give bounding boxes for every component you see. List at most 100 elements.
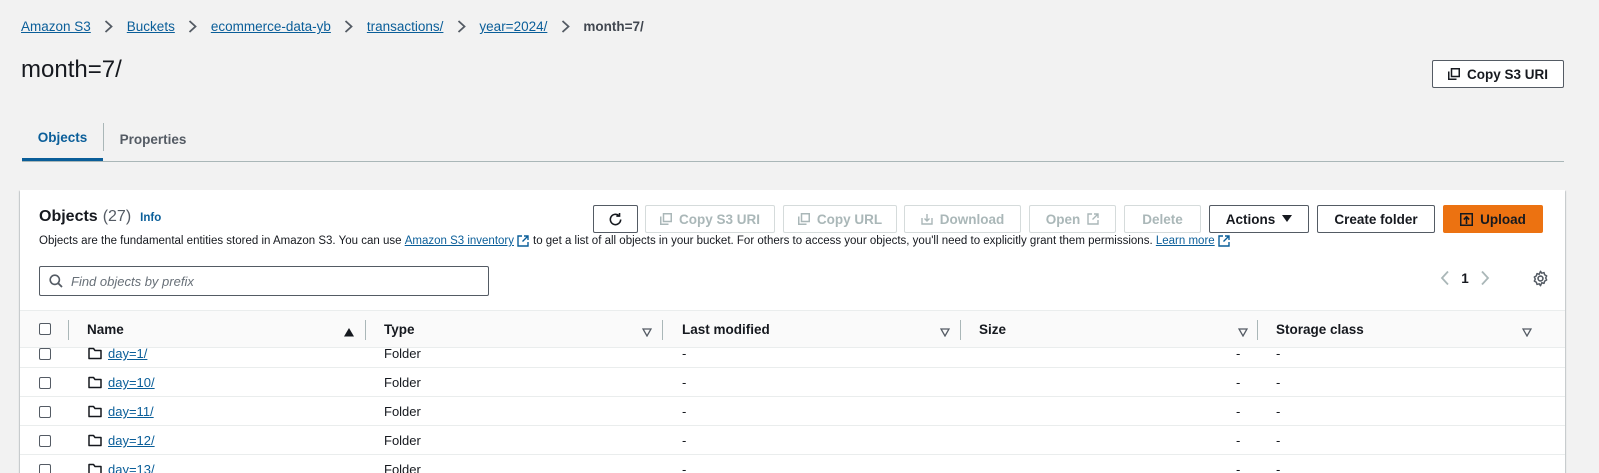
upload-icon [1460,212,1474,226]
page-title: month=7/ [21,56,122,83]
object-last-modified: - [682,375,687,390]
folder-icon [88,339,102,368]
download-icon [921,213,933,225]
objects-header: Objects (27) Info [39,208,161,226]
breadcrumb-transactions[interactable]: transactions/ [367,19,444,34]
breadcrumb-current: month=7/ [583,19,644,34]
upload-label: Upload [1480,211,1526,227]
table-row: day=10/ Folder - - - [20,368,1565,397]
s3-inventory-link[interactable]: Amazon S3 inventory [405,235,514,247]
angle-right-icon[interactable] [1480,270,1490,286]
actions-dropdown[interactable]: Actions [1209,205,1309,233]
chevron-right-icon [102,20,116,34]
object-last-modified: - [682,346,687,361]
breadcrumb-year[interactable]: year=2024/ [479,19,547,34]
row-checkbox[interactable] [39,368,51,397]
info-link[interactable]: Info [140,212,161,224]
breadcrumb-buckets[interactable]: Buckets [127,19,175,34]
actions-label: Actions [1225,211,1276,227]
create-folder-button[interactable]: Create folder [1317,205,1435,233]
copy-s3-uri-toolbar-button[interactable]: Copy S3 URI [645,205,775,233]
row-checkbox[interactable] [39,426,51,455]
tab-bar: Objects Properties [22,117,1564,162]
object-name-link[interactable]: day=1/ [108,346,147,361]
copy-icon [797,213,810,225]
external-link-icon [517,235,529,247]
search-input[interactable] [71,273,471,289]
object-name-link[interactable]: day=10/ [108,375,155,390]
open-button[interactable]: Open [1029,205,1116,233]
column-divider [365,320,366,340]
row-checkbox[interactable] [39,455,51,473]
table-row: day=12/ Folder - - - [20,426,1565,455]
object-last-modified: - [682,433,687,448]
object-name-link[interactable]: day=12/ [108,433,155,448]
object-type: Folder [384,346,421,361]
create-folder-label: Create folder [1334,211,1418,227]
object-last-modified: - [682,404,687,419]
row-checkbox[interactable] [39,397,51,426]
copy-s3-uri-label: Copy S3 URI [1466,66,1548,82]
column-divider [662,320,663,340]
object-storage-class: - [1276,346,1281,361]
column-divider [68,320,69,340]
download-label: Download [939,211,1005,227]
tab-properties[interactable]: Properties [103,117,203,162]
settings-gear-icon[interactable] [1532,270,1549,292]
upload-button[interactable]: Upload [1443,205,1543,233]
object-storage-class: - [1276,462,1281,473]
open-label: Open [1045,211,1081,227]
desc-text-1: Objects are the fundamental entities sto… [39,235,402,247]
refresh-button[interactable] [593,205,638,233]
breadcrumb-bucket[interactable]: ecommerce-data-yb [211,19,331,34]
object-size: - [1236,404,1241,419]
object-type: Folder [384,404,421,419]
object-storage-class: - [1276,433,1281,448]
page-number[interactable]: 1 [1450,271,1480,286]
objects-description: Objects are the fundamental entities sto… [39,235,1234,247]
chevron-right-icon [558,20,572,34]
objects-count: (27) [102,208,132,225]
folder-icon [88,426,102,455]
object-size: - [1236,375,1241,390]
object-name-link[interactable]: day=13/ [108,462,155,473]
copy-s3-uri-button[interactable]: Copy S3 URI [1432,60,1564,88]
object-name-link[interactable]: day=11/ [108,404,154,419]
copy-url-button[interactable]: Copy URL [783,205,897,233]
caret-down-icon [1282,215,1293,223]
folder-icon [88,368,102,397]
object-size: - [1236,462,1241,473]
learn-more-link[interactable]: Learn more [1156,235,1215,247]
breadcrumb: Amazon S3 Buckets ecommerce-data-yb tran… [21,19,644,34]
chevron-right-icon [454,20,468,34]
external-link-icon [1217,235,1230,247]
folder-icon [88,397,102,426]
object-type: Folder [384,375,421,390]
row-checkbox[interactable] [39,339,51,368]
find-objects-search[interactable] [39,266,489,296]
column-divider [1257,320,1258,340]
external-link-icon [1087,213,1099,225]
delete-label: Delete [1142,211,1183,227]
object-size: - [1236,433,1241,448]
object-type: Folder [384,433,421,448]
table-row: day=11/ Folder - - - [20,397,1565,426]
table-row: day=1/ Folder - - - [20,339,1565,368]
object-storage-class: - [1276,404,1281,419]
download-button[interactable]: Download [904,205,1021,233]
angle-left-icon[interactable] [1440,270,1450,286]
copy-url-label: Copy URL [816,211,883,227]
desc-text-2: to get a list of all objects in your buc… [533,235,1153,247]
delete-button[interactable]: Delete [1124,205,1201,233]
search-icon [49,274,63,288]
copy-s3-uri-toolbar-label: Copy S3 URI [679,211,761,227]
breadcrumb-amazon-s3[interactable]: Amazon S3 [21,19,91,34]
refresh-icon [608,212,623,227]
object-size: - [1236,346,1241,361]
table-row: day=13/ Folder - - - [20,455,1565,473]
folder-icon [88,455,102,473]
column-divider [960,320,961,340]
copy-icon [1447,68,1460,80]
tab-objects[interactable]: Objects [22,117,103,161]
object-type: Folder [384,462,421,473]
